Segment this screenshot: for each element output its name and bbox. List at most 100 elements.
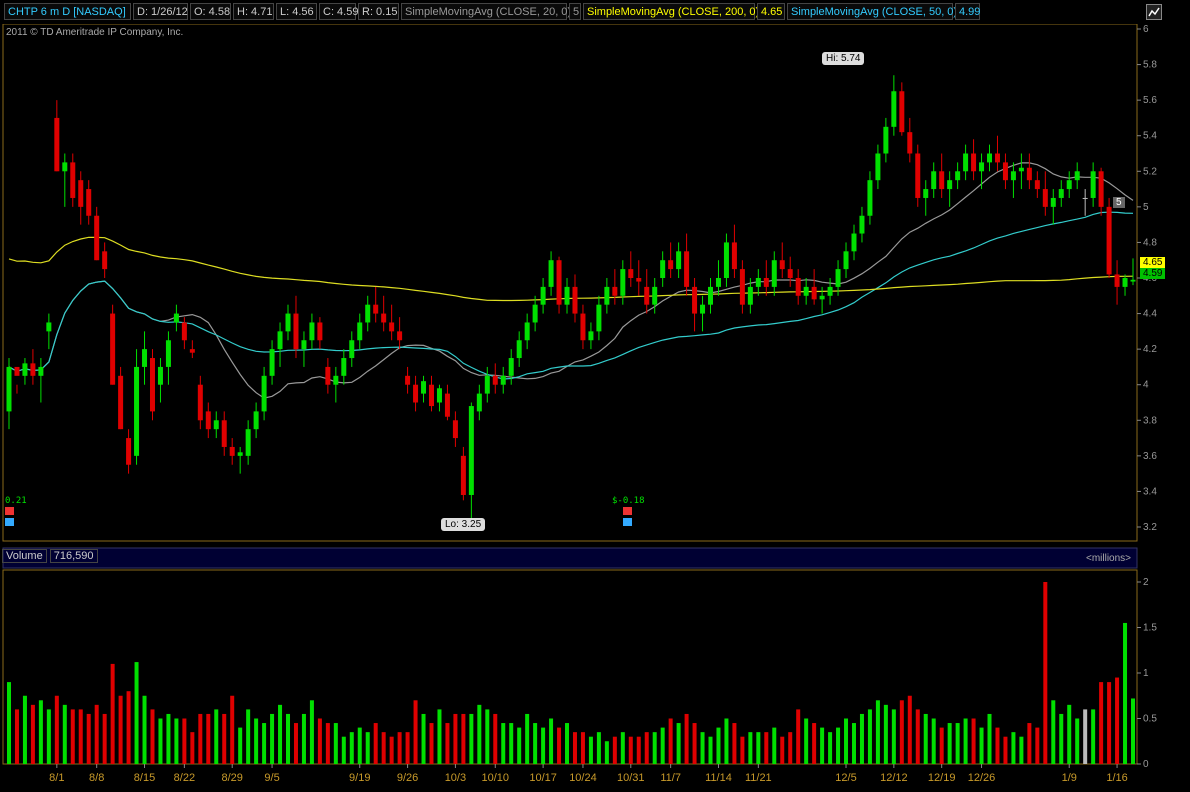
- candle: [197, 375, 203, 430]
- volume-bar: [604, 741, 609, 764]
- candle: [516, 331, 522, 367]
- candle-body: [827, 286, 833, 296]
- candle-body: [277, 331, 283, 350]
- volume-bar: [708, 736, 713, 764]
- candle: [1106, 197, 1112, 278]
- volume-bar: [222, 713, 227, 764]
- price-axis-label: 5.4: [1143, 131, 1157, 142]
- candle-body: [923, 189, 929, 198]
- candle-body: [763, 278, 769, 287]
- x-axis-label: 11/7: [660, 772, 681, 784]
- range-value: R: 0.15: [358, 3, 399, 20]
- x-axis-label: 8/22: [174, 772, 195, 784]
- candle-body: [460, 455, 466, 495]
- volume-bar: [150, 709, 155, 764]
- candle: [126, 429, 132, 474]
- candle-body: [692, 286, 698, 314]
- candle-body: [421, 381, 427, 394]
- candle: [572, 274, 578, 323]
- candle: [421, 375, 427, 403]
- candle-body: [979, 162, 985, 172]
- volume-bar: [891, 709, 896, 764]
- x-axis-label: 10/3: [445, 772, 466, 784]
- volume-bar: [836, 727, 841, 764]
- volume-bar: [1067, 704, 1072, 764]
- candle-body: [899, 91, 905, 133]
- candle-body: [126, 438, 132, 465]
- x-axis-label: 10/24: [569, 772, 597, 784]
- candle-body: [859, 215, 865, 234]
- candle: [708, 278, 714, 314]
- volume-bar: [22, 695, 27, 764]
- sma20-axis-badge: 5: [1113, 197, 1125, 208]
- candle-body: [747, 286, 753, 305]
- candle-body: [221, 420, 227, 447]
- candle-body: [492, 375, 498, 385]
- candle-body: [397, 331, 403, 341]
- candle: [1018, 153, 1024, 190]
- x-axis-label: 9/19: [349, 772, 370, 784]
- sma20-label[interactable]: SimpleMovingAvg (CLOSE, 20, 0): [401, 3, 571, 20]
- candle: [731, 224, 737, 278]
- volume-bar: [1051, 700, 1056, 764]
- candle: [102, 242, 108, 278]
- candle-body: [1050, 197, 1056, 207]
- earnings-phone-icon-2[interactable]: [623, 507, 633, 532]
- candle: [405, 366, 411, 394]
- candle-body: [580, 313, 586, 341]
- candle-body: [715, 278, 721, 287]
- price-axis-label: 3.4: [1143, 486, 1157, 497]
- candle: [333, 366, 339, 403]
- sma50-label[interactable]: SimpleMovingAvg (CLOSE, 50, 0): [787, 3, 957, 20]
- candle-body: [660, 260, 666, 278]
- candle-body: [1090, 171, 1096, 198]
- candle: [1058, 180, 1064, 207]
- volume-axis-label: 0.5: [1143, 714, 1157, 725]
- volume-bar: [812, 723, 817, 764]
- candle-body: [636, 278, 642, 282]
- earnings-phone-icon-1[interactable]: [5, 507, 15, 532]
- volume-axis-label: 2: [1143, 577, 1149, 588]
- x-axis-label: 1/16: [1106, 772, 1127, 784]
- volume-bar: [38, 700, 43, 764]
- volume-bar: [971, 718, 976, 764]
- volume-bar: [469, 713, 474, 764]
- volume-bar: [1123, 622, 1128, 764]
- candle-body: [357, 322, 363, 341]
- volume-label[interactable]: Volume: [2, 549, 47, 563]
- volume-bar: [349, 732, 354, 764]
- volume-bar: [875, 700, 880, 764]
- candle-body: [468, 406, 474, 495]
- candle: [165, 331, 171, 385]
- candle-body: [907, 132, 913, 154]
- volume-bar: [7, 682, 11, 764]
- candle-body: [317, 322, 323, 341]
- volume-bar: [158, 718, 163, 764]
- volume-bar: [517, 727, 522, 764]
- volume-bar: [1083, 709, 1088, 764]
- symbol-label[interactable]: CHTP 6 m D [NASDAQ]: [4, 3, 131, 20]
- volume-bar: [931, 718, 936, 764]
- candle-body: [994, 153, 1000, 163]
- candle-body: [604, 286, 610, 305]
- candle: [644, 269, 650, 314]
- candle-body: [54, 117, 60, 172]
- volume-bar: [844, 718, 849, 764]
- volume-bar: [86, 713, 91, 764]
- volume-bar: [1107, 682, 1112, 764]
- candle-body: [373, 304, 379, 314]
- x-axis-label: 9/5: [264, 772, 279, 784]
- candle: [500, 366, 506, 394]
- volume-bar: [309, 700, 314, 764]
- volume-bar: [1011, 732, 1016, 764]
- x-axis-label: 12/5: [835, 772, 856, 784]
- candle-body: [14, 366, 20, 376]
- chart-settings-icon[interactable]: [1146, 4, 1162, 20]
- volume-bar: [947, 723, 952, 764]
- candle-body: [524, 322, 530, 341]
- volume-bar: [341, 736, 346, 764]
- sma200-label[interactable]: SimpleMovingAvg (CLOSE, 200, 0): [583, 3, 759, 20]
- volume-bar: [1043, 582, 1048, 764]
- volume-bar: [596, 732, 601, 764]
- candle: [452, 411, 458, 447]
